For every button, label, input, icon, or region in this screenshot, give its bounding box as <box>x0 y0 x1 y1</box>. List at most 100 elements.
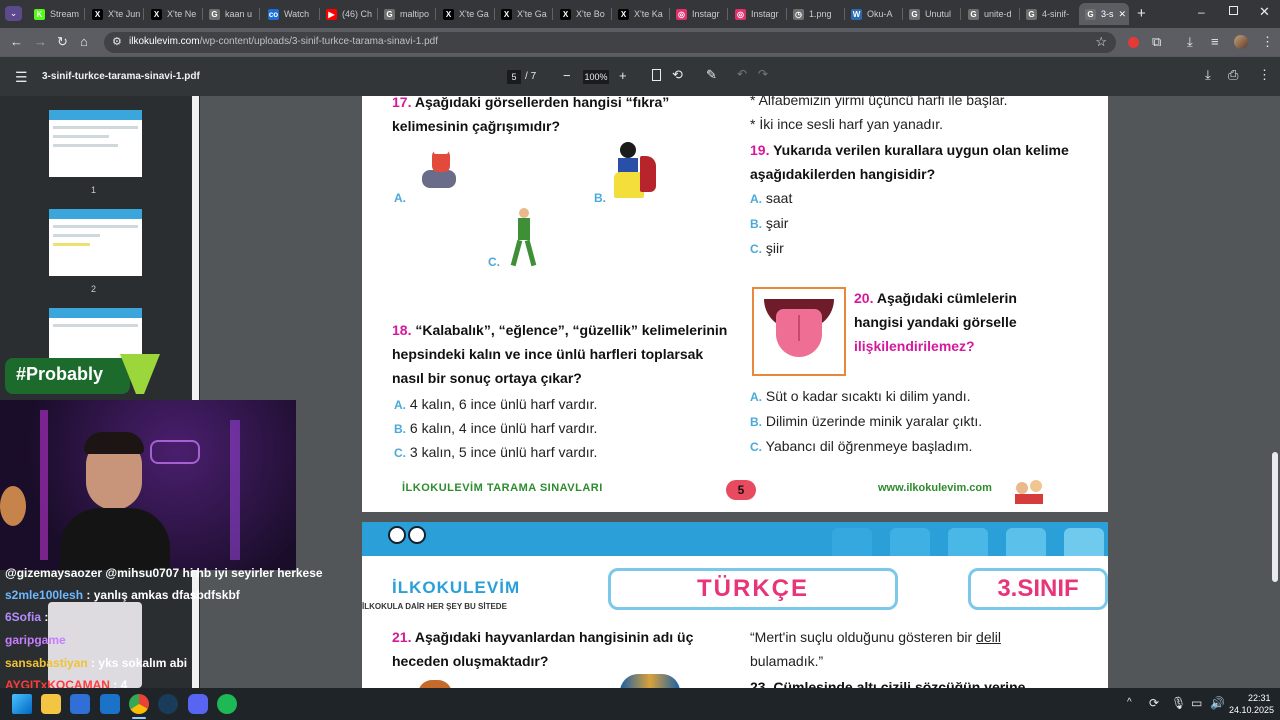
browser-tab[interactable]: ◎ Instagr <box>729 3 785 25</box>
discord-icon[interactable] <box>188 694 208 714</box>
page-thumbnail[interactable] <box>49 110 142 177</box>
answer-option[interactable]: B. 6 kalın, 4 ince ünlü harf vardır. <box>394 416 597 440</box>
tab-favicon-icon: G <box>1026 8 1037 20</box>
steam-icon[interactable] <box>158 694 178 714</box>
minimize-button[interactable]: – <box>1198 5 1205 19</box>
q17-option-a-label: A. <box>394 191 406 205</box>
reload-icon[interactable]: ↻ <box>57 35 68 49</box>
browser-tab[interactable]: Gkaan u <box>203 3 258 25</box>
browser-tab[interactable]: G 4-sinif- <box>1020 3 1076 25</box>
browser-tab[interactable]: Gunite-d <box>962 3 1018 25</box>
undo-icon[interactable]: ↶ <box>737 67 747 81</box>
browser-tab[interactable]: G Unutul <box>903 3 959 25</box>
microphone-icon[interactable]: 🎙 <box>1171 696 1186 710</box>
fit-page-icon[interactable] <box>652 69 661 81</box>
tray-overflow-icon[interactable]: ^ <box>1127 697 1132 708</box>
chat-message: sansabastiyan : yks sokalım abi <box>5 656 187 670</box>
answer-option[interactable]: C. Yabancı dil öğrenmeye başladım. <box>750 434 982 459</box>
browser-tab[interactable]: Gmaltipo <box>378 3 434 25</box>
page-header-band <box>362 522 1108 556</box>
rotate-icon[interactable]: ⟲ <box>672 67 683 83</box>
back-icon[interactable]: ← <box>10 35 23 49</box>
chrome-icon[interactable] <box>129 694 149 714</box>
clock-date[interactable]: 24.10.2025 <box>1229 705 1274 715</box>
option-label: A. <box>750 192 762 206</box>
spotify-icon[interactable] <box>217 694 237 714</box>
annotate-icon[interactable]: ✎ <box>706 67 717 83</box>
answer-option[interactable]: B. şair <box>750 211 792 236</box>
question-17: 17. Aşağıdaki görsellerden hangisi “fıkr… <box>392 96 669 138</box>
browser-tab[interactable]: X X'te Ga <box>437 3 493 25</box>
question-text: heceden oluşmaktadır? <box>392 653 549 669</box>
page-number-input[interactable]: 5 <box>507 70 521 84</box>
forward-icon[interactable]: → <box>34 35 47 49</box>
volume-icon[interactable]: 🔊 <box>1210 696 1225 710</box>
tab-favicon-icon: X <box>151 8 162 20</box>
extensions-icon[interactable]: ⧉ <box>1152 35 1161 49</box>
browser-tab[interactable]: ◎ Instagr <box>670 3 726 25</box>
store-icon[interactable] <box>70 694 90 714</box>
browser-tab[interactable]: G 3-s ✕ <box>1079 3 1129 25</box>
browser-tab[interactable]: X X'te Jun <box>86 3 142 25</box>
windows-start-icon[interactable] <box>12 694 32 714</box>
extension-red-icon[interactable] <box>1128 37 1139 48</box>
browser-tab[interactable]: X X'te Bo <box>554 3 610 25</box>
display-icon[interactable]: ▭ <box>1191 696 1202 710</box>
media-controls-icon[interactable]: ≡ <box>1211 35 1219 49</box>
pdf-download-icon[interactable]: ⤓ <box>1205 67 1211 83</box>
bookmark-star-icon[interactable]: ☆ <box>1095 34 1107 50</box>
option-text: 3 kalın, 5 ince ünlü harf vardır. <box>409 444 598 460</box>
zoom-input[interactable]: 100% <box>583 70 609 84</box>
page-thumbnail[interactable] <box>49 209 142 276</box>
browser-tab[interactable]: X X'te Ga <box>495 3 551 25</box>
sidebar-menu-icon[interactable]: ☰ <box>15 69 28 86</box>
outlook-icon[interactable] <box>100 694 120 714</box>
network-icon[interactable]: ⟳ <box>1149 696 1159 710</box>
answer-option[interactable]: C. şiir <box>750 236 792 261</box>
site-info-icon[interactable]: ⚙ <box>112 35 122 48</box>
browser-tab[interactable]: K Stream <box>28 3 83 25</box>
browser-tab[interactable]: W Oku-A <box>845 3 901 25</box>
zoom-in-button[interactable]: + <box>619 68 627 83</box>
download-icon[interactable]: ⤓ <box>1187 35 1193 49</box>
tab-label: Unutul <box>925 9 952 19</box>
answer-option[interactable]: A. Süt o kadar sıcaktı ki dilim yandı. <box>750 384 982 409</box>
close-tab-icon[interactable]: ✕ <box>1119 9 1127 20</box>
browser-tab[interactable]: X X'te Ka <box>612 3 668 25</box>
webcam-feed <box>0 400 296 570</box>
viewer-scrollbar-thumb[interactable] <box>1272 452 1278 582</box>
answer-option[interactable]: C. 3 kalın, 5 ince ünlü harf vardır. <box>394 440 597 464</box>
question-21: 21. Aşağıdaki hayvanlardan hangisinin ad… <box>392 625 693 673</box>
profile-avatar[interactable] <box>1234 35 1248 49</box>
home-icon[interactable]: ⌂ <box>80 35 88 49</box>
answer-option[interactable]: B. Dilimin üzerinde minik yaralar çıktı. <box>750 409 982 434</box>
tab-search-button[interactable]: ⌄ <box>5 6 22 21</box>
tab-favicon-icon: X <box>618 8 629 20</box>
answer-option[interactable]: A. 4 kalın, 6 ince ünlü harf vardır. <box>394 392 597 416</box>
restore-button[interactable] <box>1229 6 1238 15</box>
question-number: 19. <box>750 142 770 158</box>
pdf-more-icon[interactable]: ⋮ <box>1258 67 1271 83</box>
close-window-button[interactable]: ✕ <box>1259 4 1270 20</box>
header-block <box>1006 528 1046 556</box>
redo-icon[interactable]: ↷ <box>758 67 768 81</box>
file-explorer-icon[interactable] <box>41 694 61 714</box>
browser-tab[interactable]: ◷ 1.png <box>787 3 843 25</box>
tab-label: Watch <box>284 9 310 19</box>
page-footer-left: İLKOKULEVİM TARAMA SINAVLARI <box>402 482 603 494</box>
clock-time[interactable]: 22:31 <box>1248 693 1271 703</box>
zoom-out-button[interactable]: − <box>563 68 571 83</box>
browser-tab[interactable]: ▶ (46) Ch <box>320 3 376 25</box>
option-label: A. <box>750 390 762 404</box>
tab-label: maltipo <box>400 9 430 19</box>
browser-tab[interactable]: co Watch <box>262 3 318 25</box>
browser-menu-icon[interactable]: ⋮ <box>1261 35 1274 49</box>
tab-separator <box>727 8 728 20</box>
answer-option[interactable]: A. saat <box>750 186 792 211</box>
print-icon[interactable]: ⎙ <box>1228 67 1238 83</box>
new-tab-button[interactable]: + <box>1137 5 1146 22</box>
address-bar[interactable]: ⚙ ilkokulevim.com/wp-content/uploads/3-s… <box>104 32 1116 53</box>
quote-text: “Mert'in suçlu olduğunu gösteren bir <box>750 629 973 645</box>
browser-tab[interactable]: X X'te Ne <box>145 3 201 25</box>
question-number: 18. <box>392 322 412 338</box>
